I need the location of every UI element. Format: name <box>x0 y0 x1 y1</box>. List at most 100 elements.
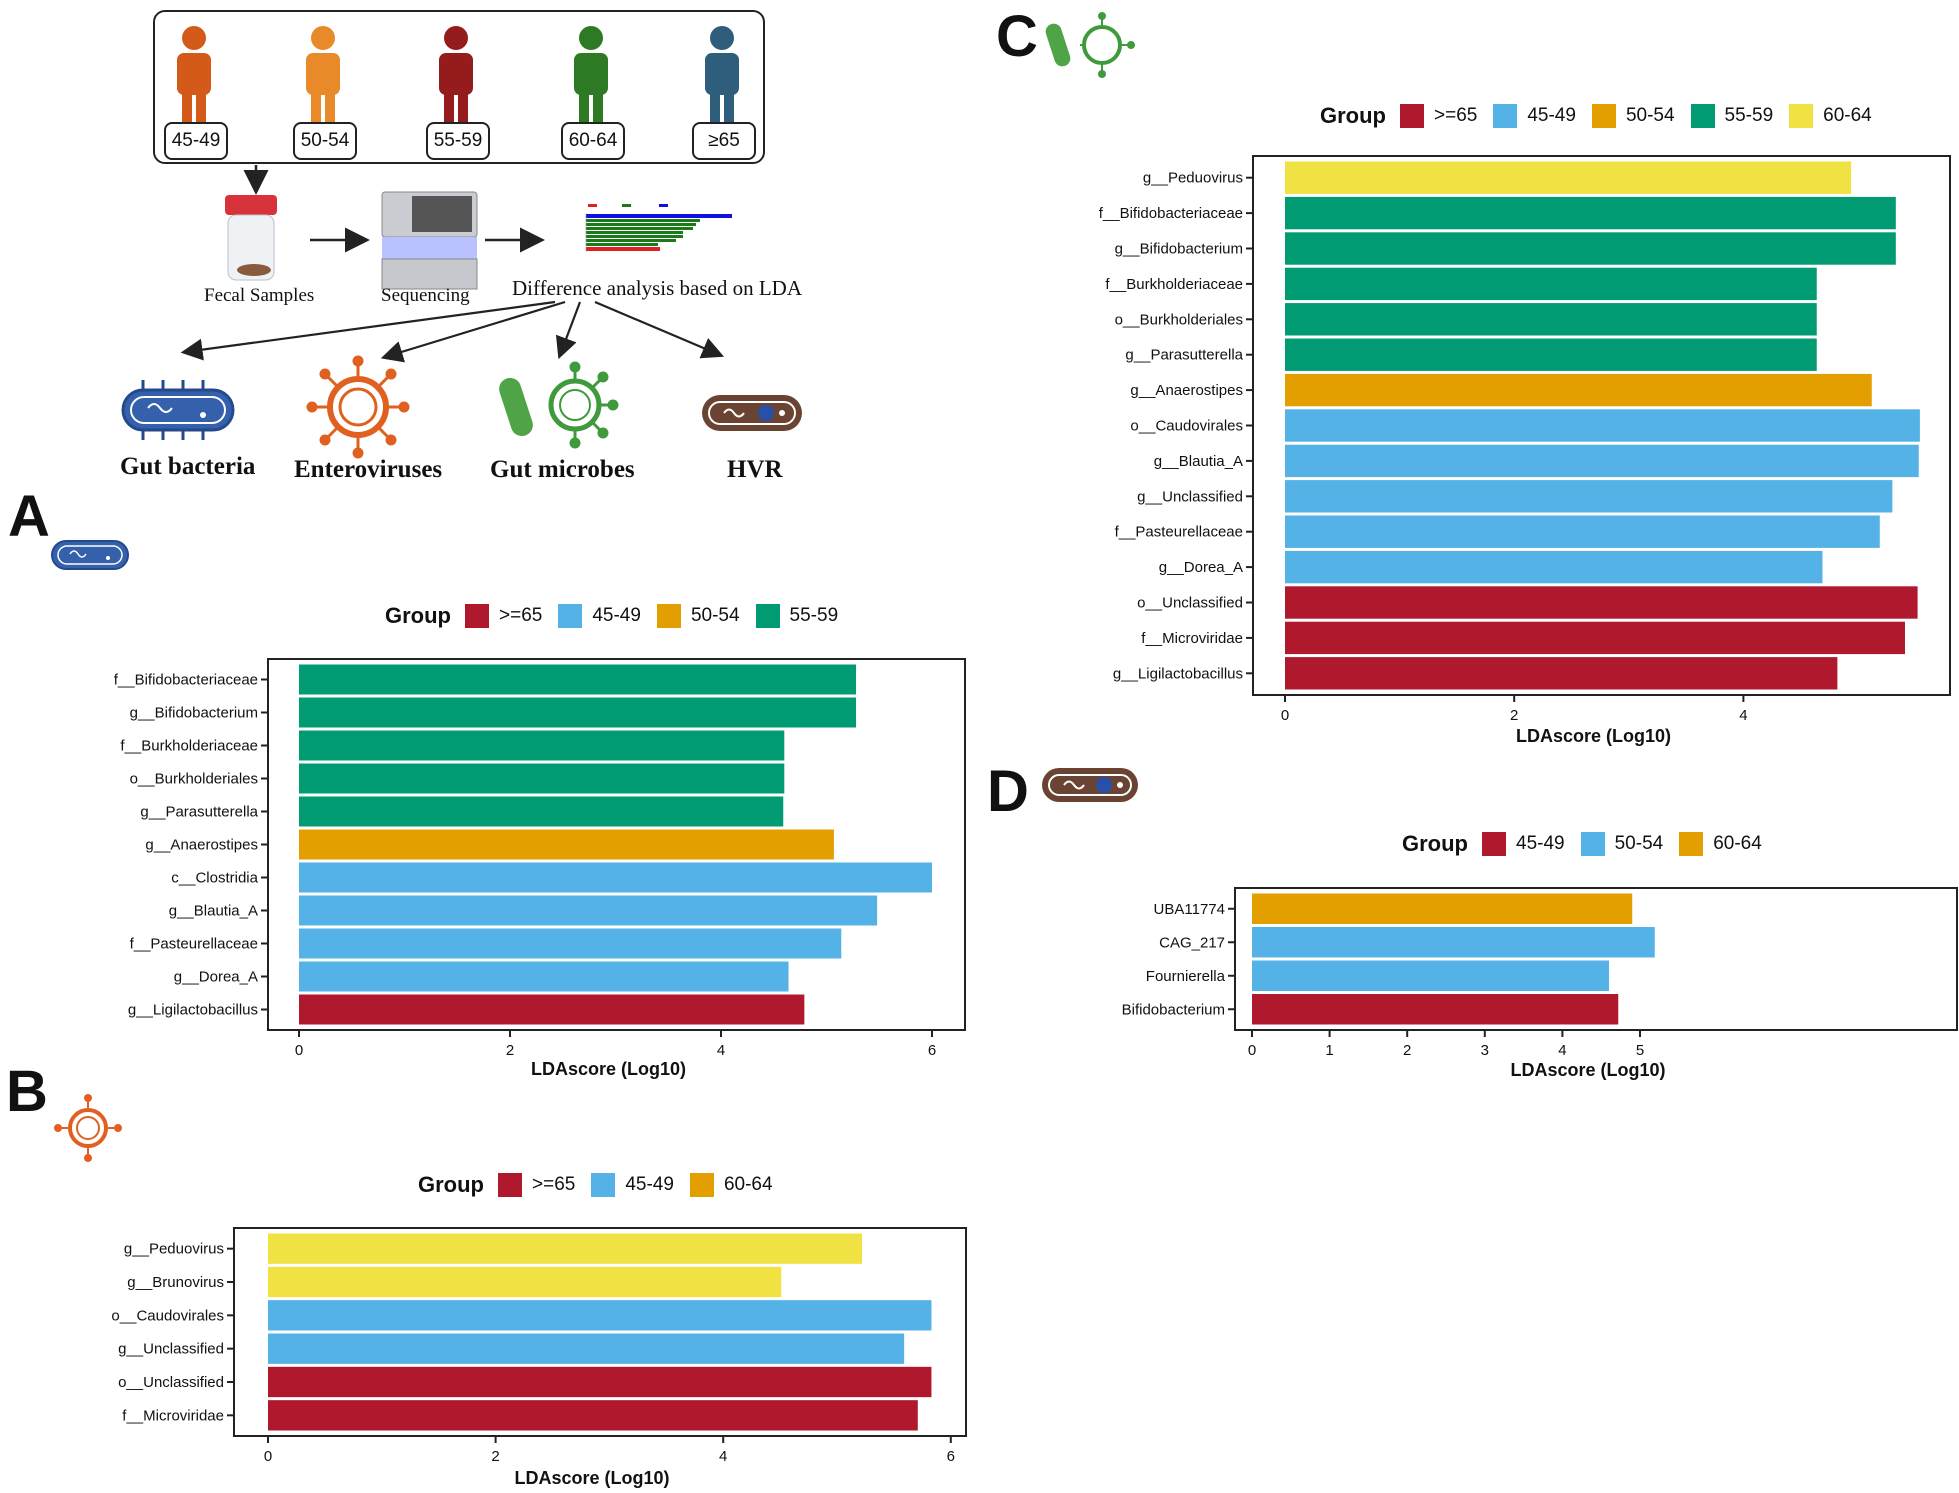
bar <box>1285 480 1893 513</box>
x-tick-label: 3 <box>1481 1042 1489 1059</box>
bar <box>268 1333 905 1364</box>
x-tick-label: 1 <box>1325 1042 1333 1059</box>
y-tick-label: g__Bifidobacterium <box>1115 241 1243 258</box>
legend-title: Group <box>1402 831 1468 856</box>
x-axis-label: LDAscore (Log10) <box>531 1059 686 1079</box>
legend-swatch <box>465 604 489 628</box>
legend-swatch <box>1789 104 1814 128</box>
y-tick-label: g__Unclassified <box>1137 488 1243 505</box>
bar <box>1285 515 1880 548</box>
y-tick-label: g__Anaerostipes <box>1130 382 1243 399</box>
legend-swatch <box>1679 832 1704 856</box>
bar <box>299 664 857 695</box>
y-tick-label: f__Pasteurellaceae <box>1115 524 1243 541</box>
x-axis-label: LDAscore (Log10) <box>514 1468 669 1488</box>
y-tick-label: o__Burkholderiales <box>130 771 258 788</box>
legend-label: 60-64 <box>1713 833 1762 854</box>
bar <box>299 730 785 761</box>
legend-title: Group <box>385 603 451 628</box>
bar <box>268 1300 932 1331</box>
legend-title: Group <box>1320 103 1386 128</box>
y-tick-label: g__Dorea_A <box>174 969 258 986</box>
y-tick-label: Fournierella <box>1146 968 1226 985</box>
y-tick-label: g__Blautia_A <box>1154 453 1243 470</box>
y-tick-label: o__Caudovirales <box>111 1307 224 1324</box>
x-axis-label: LDAscore (Log10) <box>1510 1060 1665 1080</box>
bar <box>1285 657 1838 690</box>
legend-swatch <box>1493 104 1518 128</box>
legend-label: 50-54 <box>1625 105 1675 126</box>
y-tick-label: Bifidobacterium <box>1122 1001 1225 1018</box>
legend-label: >=65 <box>532 1174 576 1195</box>
legend-label: 45-49 <box>1516 833 1565 854</box>
legend-swatch <box>591 1173 616 1197</box>
chart-panel-c: g__Peduovirus f__Bifidobacteriaceae g__Bif… <box>1099 155 1951 746</box>
bar <box>1252 960 1609 991</box>
bar <box>1285 338 1817 371</box>
bar <box>1285 303 1817 336</box>
legend-swatch <box>1400 104 1424 128</box>
bar <box>268 1266 782 1298</box>
y-tick-label: g__Parasutterella <box>140 804 258 821</box>
legend-panel-c: Group >=65 45-49 50-54 55-59 60-64 <box>1320 103 1888 129</box>
x-tick-label: 2 <box>1403 1042 1411 1059</box>
y-tick-label: g__Peduovirus <box>1143 170 1243 187</box>
y-tick-label: g__Dorea_A <box>1159 559 1243 576</box>
y-tick-label: c__Clostridia <box>171 870 258 887</box>
x-tick-label: 6 <box>947 1448 955 1465</box>
bar <box>1285 444 1919 478</box>
legend-label: 55-59 <box>789 605 839 626</box>
y-tick-label: g__Anaerostipes <box>145 837 258 854</box>
bar <box>299 928 842 959</box>
y-tick-label: g__Ligilactobacillus <box>1113 665 1243 682</box>
y-tick-label: o__Burkholderiales <box>1115 311 1243 328</box>
legend-swatch <box>755 604 780 628</box>
y-tick-label: g__Brunovirus <box>127 1274 224 1291</box>
legend-label: 60-64 <box>1823 105 1872 126</box>
y-tick-label: o__Caudovirales <box>1130 418 1243 435</box>
x-tick-label: 0 <box>264 1448 272 1465</box>
bar <box>268 1233 863 1264</box>
bar <box>1285 373 1872 407</box>
legend-swatch <box>1591 104 1616 128</box>
legend-title: Group <box>418 1172 484 1197</box>
x-tick-label: 4 <box>1558 1042 1566 1059</box>
legend-label: 45-49 <box>1527 105 1576 126</box>
x-tick-label: 0 <box>1281 707 1289 724</box>
y-tick-label: f__Pasteurellaceae <box>130 936 258 953</box>
bar <box>1285 232 1896 265</box>
bar <box>1252 893 1633 924</box>
legend-label: 50-54 <box>690 605 740 626</box>
bar <box>299 697 857 728</box>
legend-label: 55-59 <box>1724 105 1774 126</box>
bar <box>299 994 805 1025</box>
bar <box>1285 550 1823 584</box>
y-tick-label: f__Microviridae <box>1141 630 1243 647</box>
y-tick-label: f__Burkholderiaceae <box>120 738 258 755</box>
y-tick-label: g__Unclassified <box>118 1341 224 1358</box>
bar <box>268 1400 918 1431</box>
legend-label: 60-64 <box>723 1174 773 1195</box>
legend-swatch <box>1580 832 1605 856</box>
legend-label: >=65 <box>1434 105 1478 126</box>
legend-panel-b: Group >=65 45-49 60-64 <box>418 1172 789 1198</box>
bar <box>1285 267 1817 301</box>
legend-panel-d: Group 45-49 50-54 60-64 <box>1402 831 1778 857</box>
legend-label: >=65 <box>499 605 543 626</box>
bar <box>299 796 784 827</box>
y-tick-label: f__Bifidobacteriaceae <box>114 672 258 689</box>
legend-label: 45-49 <box>592 605 641 626</box>
bar <box>1252 994 1619 1025</box>
legend-label: 45-49 <box>625 1174 674 1195</box>
bar <box>299 829 834 860</box>
y-tick-label: f__Burkholderiaceae <box>1105 276 1243 293</box>
legend-swatch <box>558 604 583 628</box>
x-tick-label: 0 <box>1248 1042 1256 1059</box>
x-tick-label: 5 <box>1636 1042 1644 1059</box>
y-tick-label: f__Bifidobacteriaceae <box>1099 205 1243 222</box>
chart-panel-b: g__Peduovirus g__Brunovirus o__Caudovirale… <box>111 1227 967 1488</box>
y-tick-label: g__Peduovirus <box>124 1241 224 1258</box>
x-axis-label: LDAscore (Log10) <box>1516 726 1671 746</box>
bar <box>1252 927 1655 958</box>
x-tick-label: 2 <box>491 1448 499 1465</box>
